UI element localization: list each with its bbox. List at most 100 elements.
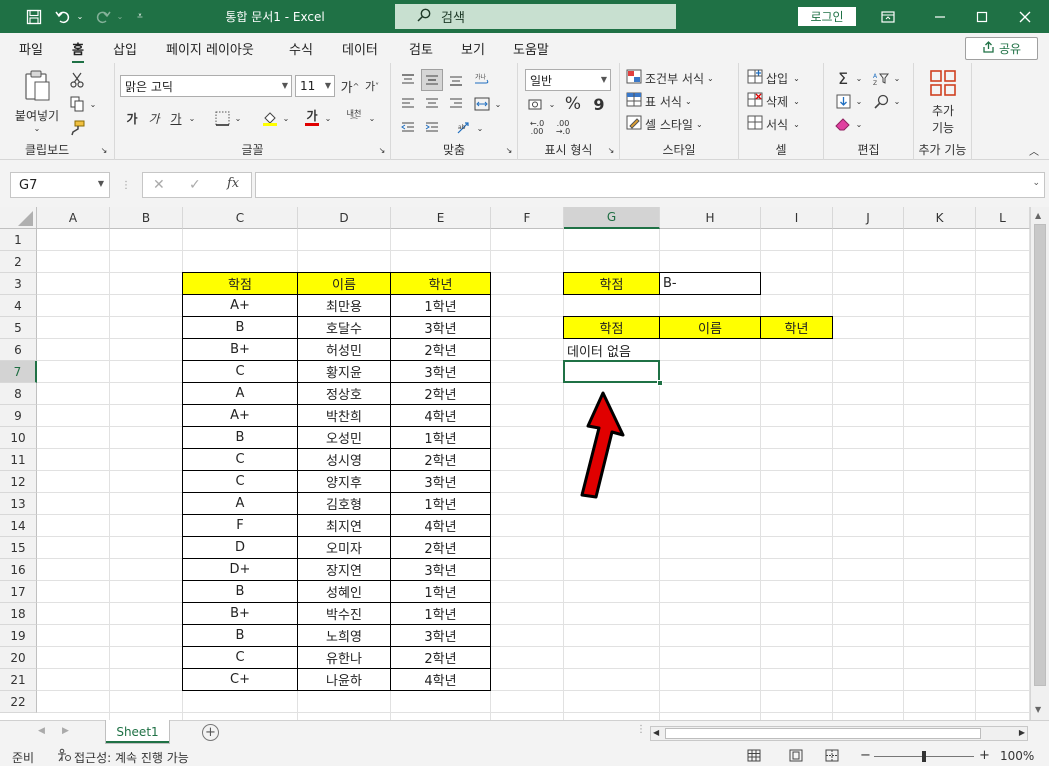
orientation-dropdown-icon[interactable]: ⌄ — [475, 117, 485, 139]
sheet-tab-sheet1[interactable]: Sheet1 — [105, 720, 170, 744]
table-cell[interactable]: 박수진 — [297, 602, 391, 625]
fill-dropdown-icon[interactable]: ⌄ — [854, 90, 864, 112]
customize-toolbar-icon[interactable]: ⩡ — [132, 0, 148, 33]
tab-file[interactable]: 파일 — [19, 39, 43, 58]
align-middle-icon[interactable] — [421, 69, 443, 91]
table-cell[interactable]: 1학년 — [390, 294, 491, 317]
table-cell[interactable]: C — [182, 646, 298, 669]
table-cell[interactable]: 호달수 — [297, 316, 391, 339]
row-header-11[interactable]: 11 — [0, 449, 37, 471]
column-header-g[interactable]: G — [564, 207, 660, 229]
table-cell[interactable]: A — [182, 382, 298, 405]
result-header-cell[interactable]: 이름 — [659, 316, 761, 339]
result-header-cell[interactable]: 학년 — [760, 316, 833, 339]
tab-view[interactable]: 보기 — [461, 39, 485, 58]
autosum-dropdown-icon[interactable]: ⌄ — [854, 67, 864, 89]
tab-insert[interactable]: 삽입 — [113, 39, 137, 58]
clear-dropdown-icon[interactable]: ⌄ — [854, 113, 864, 135]
row-header-4[interactable]: 4 — [0, 295, 37, 317]
row-header-2[interactable]: 2 — [0, 251, 37, 273]
row-header-17[interactable]: 17 — [0, 581, 37, 603]
addins-button[interactable]: 추가 기능 — [920, 67, 966, 137]
sort-filter-dropdown-icon[interactable]: ⌄ — [892, 67, 902, 89]
row-header-9[interactable]: 9 — [0, 405, 37, 427]
dialog-launcher-icon[interactable]: ↘ — [377, 145, 387, 155]
table-cell[interactable]: 성혜인 — [297, 580, 391, 603]
table-cell[interactable]: B — [182, 316, 298, 339]
enter-icon[interactable]: ✓ — [189, 177, 201, 193]
table-cell[interactable]: 나윤하 — [297, 668, 391, 691]
table-cell[interactable]: 3학년 — [390, 558, 491, 581]
close-icon[interactable] — [1005, 0, 1045, 33]
paste-button[interactable]: 붙여넣기 ⌄ — [12, 69, 62, 133]
table-cell[interactable]: 1학년 — [390, 426, 491, 449]
table-cell[interactable]: 허성민 — [297, 338, 391, 361]
table-cell[interactable]: F — [182, 514, 298, 537]
zoom-level[interactable]: 100% — [1000, 749, 1034, 763]
select-all-corner[interactable] — [0, 207, 37, 229]
underline-button[interactable]: 가 — [165, 107, 187, 129]
table-cell[interactable]: 2학년 — [390, 646, 491, 669]
table-cell[interactable]: 3학년 — [390, 360, 491, 383]
table-cell[interactable]: 양지후 — [297, 470, 391, 493]
table-cell[interactable]: 2학년 — [390, 338, 491, 361]
tab-page-layout[interactable]: 페이지 레이아웃 — [166, 39, 254, 58]
table-cell[interactable]: D+ — [182, 558, 298, 581]
column-header-d[interactable]: D — [298, 207, 391, 229]
row-header-10[interactable]: 10 — [0, 427, 37, 449]
sort-filter-icon[interactable]: AZ — [870, 67, 892, 89]
row-header-19[interactable]: 19 — [0, 625, 37, 647]
table-cell[interactable]: 성시영 — [297, 448, 391, 471]
formula-bar-grip-icon[interactable]: ⋮ — [121, 176, 131, 194]
merge-dropdown-icon[interactable]: ⌄ — [493, 93, 503, 115]
table-header-cell[interactable]: 이름 — [297, 272, 391, 295]
table-cell[interactable]: A — [182, 492, 298, 515]
tab-data[interactable]: 데이터 — [342, 39, 378, 58]
table-cell[interactable]: 2학년 — [390, 382, 491, 405]
column-header-h[interactable]: H — [660, 207, 761, 229]
table-cell[interactable]: 정상호 — [297, 382, 391, 405]
tab-help[interactable]: 도움말 — [513, 39, 549, 58]
result-message-cell[interactable]: 데이터 없음 — [567, 339, 631, 361]
align-right-icon[interactable] — [445, 93, 467, 115]
table-cell[interactable]: 3학년 — [390, 470, 491, 493]
maximize-icon[interactable] — [962, 0, 1002, 33]
table-cell[interactable]: 1학년 — [390, 492, 491, 515]
table-cell[interactable]: C+ — [182, 668, 298, 691]
expand-formula-bar-icon[interactable]: ⌄ — [1032, 178, 1040, 188]
row-header-5[interactable]: 5 — [0, 317, 37, 339]
ribbon-display-options-icon[interactable] — [877, 0, 899, 33]
phonetic-guide-button[interactable]: 내천 ⁀ — [341, 107, 367, 129]
phonetic-dropdown-icon[interactable]: ⌄ — [367, 107, 377, 129]
column-header-a[interactable]: A — [37, 207, 110, 229]
table-cell[interactable]: D — [182, 536, 298, 559]
zoom-in-icon[interactable]: + — [979, 748, 990, 763]
row-header-18[interactable]: 18 — [0, 603, 37, 625]
clear-icon[interactable] — [832, 113, 854, 135]
table-cell[interactable]: 2학년 — [390, 536, 491, 559]
table-cell[interactable]: C — [182, 470, 298, 493]
decrease-decimal-icon[interactable]: .00 →.0 — [551, 117, 575, 139]
insert-function-icon[interactable]: fx — [227, 176, 239, 191]
decrease-font-size-button[interactable]: 가 ˅ — [361, 75, 383, 97]
table-cell[interactable]: B — [182, 624, 298, 647]
cut-icon[interactable] — [66, 69, 88, 91]
table-cell[interactable]: A+ — [182, 404, 298, 427]
next-sheet-icon[interactable]: ▶ — [62, 726, 69, 736]
increase-decimal-icon[interactable]: ←.0.00 — [525, 117, 549, 139]
fill-icon[interactable] — [832, 90, 854, 112]
conditional-formatting-button[interactable]: 조건부 서식 ⌄ — [626, 67, 734, 89]
decrease-indent-icon[interactable] — [397, 117, 419, 139]
table-cell[interactable]: 김호형 — [297, 492, 391, 515]
collapse-ribbon-icon[interactable]: ︿ — [1026, 143, 1042, 158]
page-layout-view-icon[interactable] — [789, 749, 803, 765]
row-header-16[interactable]: 16 — [0, 559, 37, 581]
number-format-combo[interactable]: 일반 ▼ — [525, 69, 611, 91]
column-header-j[interactable]: J — [833, 207, 904, 229]
format-cells-button[interactable]: 서식 ⌄ — [747, 113, 817, 135]
table-cell[interactable]: 장지연 — [297, 558, 391, 581]
table-cell[interactable]: B — [182, 580, 298, 603]
merge-center-icon[interactable] — [471, 93, 493, 115]
font-color-button[interactable]: 가 — [301, 107, 323, 129]
underline-dropdown-icon[interactable]: ⌄ — [187, 107, 197, 129]
